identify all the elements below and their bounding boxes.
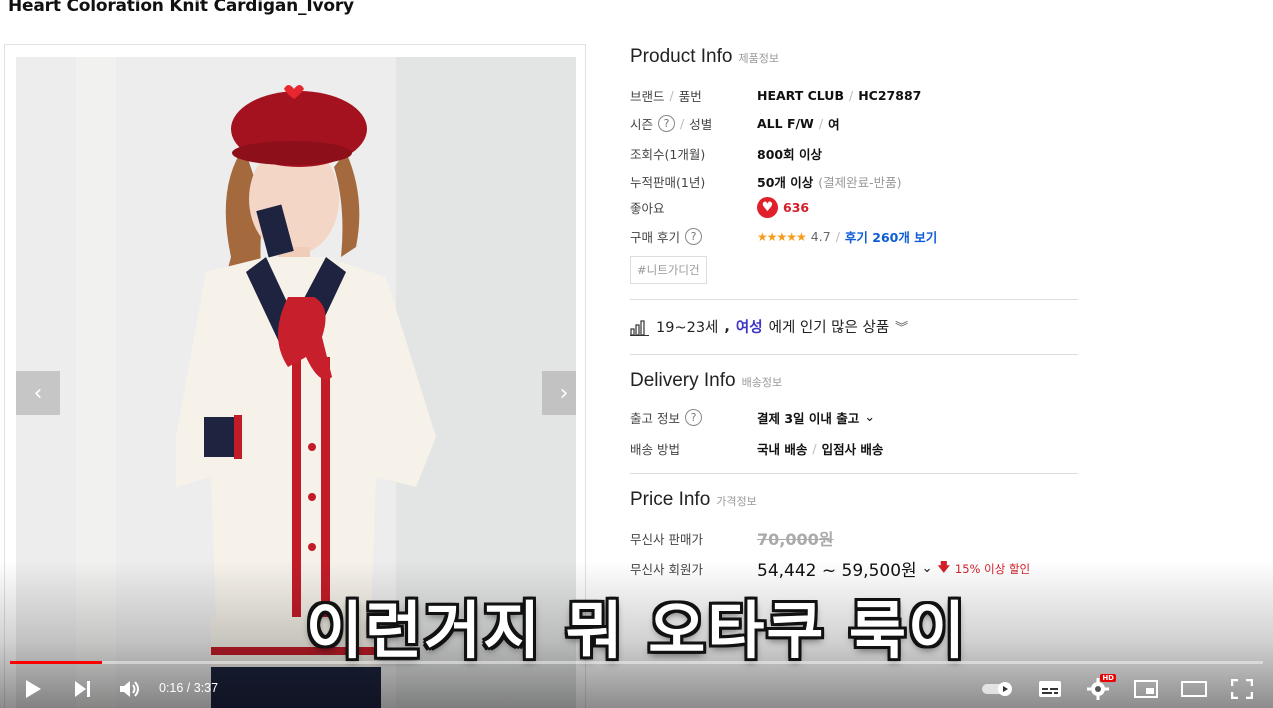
price-info-subtitle: 가격정보 bbox=[716, 496, 757, 508]
reviews-row: 구매 후기 ? ★★★★★ 4.7 / 후기 260개 보기 bbox=[630, 227, 1078, 246]
separator: / bbox=[818, 116, 824, 131]
product-info-title: Product Info bbox=[630, 46, 733, 67]
delivery-info-heading: Delivery Info 배송정보 bbox=[630, 370, 782, 392]
release-row: 출고 정보 ? 결제 3일 이내 출고 ⌄ bbox=[630, 408, 1078, 427]
double-chevron-down-icon[interactable]: ︾ bbox=[895, 317, 908, 336]
arrow-down-icon: 🡇 bbox=[937, 560, 950, 574]
chevron-down-icon[interactable]: ⌄ bbox=[922, 561, 933, 576]
miniplayer-button[interactable] bbox=[1132, 676, 1160, 702]
sales-note: (결제완료-반품) bbox=[818, 175, 902, 190]
likes-label: 좋아요 bbox=[630, 201, 665, 216]
price-info-heading: Price Info 가격정보 bbox=[630, 489, 757, 511]
hashtag[interactable]: #니트가디건 bbox=[630, 256, 707, 284]
member-price-label: 무신사 회원가 bbox=[630, 562, 703, 577]
likes-row: 좋아요 ♥ 636 bbox=[630, 197, 1078, 218]
sale-price-value: 70,000원 bbox=[757, 530, 834, 549]
theater-mode-button[interactable] bbox=[1180, 676, 1208, 702]
sale-price-label: 무신사 판매가 bbox=[630, 531, 703, 547]
popular-banner[interactable]: 19~23세, 여성 에게 인기 많은 상품 ︾ bbox=[630, 316, 908, 337]
season-row: 시즌 ? / 성별 ALL F/W / 여 bbox=[630, 114, 1078, 133]
progress-played bbox=[10, 661, 103, 664]
help-icon[interactable]: ? bbox=[684, 228, 702, 245]
separator: / bbox=[812, 441, 817, 456]
bar-chart-icon bbox=[630, 319, 649, 336]
progress-bar[interactable] bbox=[10, 661, 1263, 664]
subtitles-icon bbox=[1039, 681, 1061, 697]
reviews-label: 구매 후기 bbox=[630, 230, 680, 245]
next-video-button[interactable] bbox=[70, 676, 96, 702]
method-row: 배송 방법 국내 배송 / 입점사 배송 bbox=[630, 439, 1078, 458]
product-no-label: 품번 bbox=[678, 89, 702, 104]
sale-price-row: 무신사 판매가 70,000원 bbox=[630, 526, 1078, 550]
image-next-button[interactable]: › bbox=[542, 371, 576, 415]
product-no-value: HC27887 bbox=[858, 88, 922, 103]
gender-label: 성별 bbox=[689, 117, 713, 132]
release-dropdown[interactable]: 결제 3일 이내 출고 ⌄ bbox=[757, 408, 875, 427]
delivery-info-title: Delivery Info bbox=[630, 370, 736, 391]
reviews-link[interactable]: 후기 260개 보기 bbox=[845, 227, 937, 246]
star-rating-icon: ★★★★★ bbox=[757, 229, 807, 244]
views-label: 조회수(1개월) bbox=[630, 147, 706, 162]
views-row: 조회수(1개월) 800회 이상 bbox=[630, 144, 1078, 163]
discount-value: 15% 이상 할인 bbox=[954, 561, 1031, 576]
rating-value: 4.7 bbox=[810, 229, 831, 244]
price-info-title: Price Info bbox=[630, 489, 711, 510]
divider bbox=[630, 354, 1078, 355]
chevron-down-icon: ⌄ bbox=[864, 410, 876, 425]
separator: / bbox=[835, 229, 840, 244]
divider bbox=[630, 299, 1078, 300]
release-label: 출고 정보 bbox=[630, 411, 680, 426]
popular-text: 에게 인기 많은 상품 bbox=[768, 320, 890, 336]
play-icon bbox=[26, 680, 41, 698]
product-title: Heart Coloration Knit Cardigan_Ivory bbox=[8, 0, 354, 16]
method-label: 배송 방법 bbox=[630, 442, 680, 457]
separator: / bbox=[680, 116, 685, 131]
sales-label: 누적판매(1년) bbox=[630, 175, 706, 190]
season-value: ALL F/W bbox=[757, 116, 814, 131]
hd-badge: HD bbox=[1100, 674, 1116, 682]
volume-button[interactable] bbox=[116, 676, 144, 702]
help-icon[interactable]: ? bbox=[658, 115, 676, 132]
gender-value: 여 bbox=[828, 117, 840, 132]
separator: / bbox=[669, 88, 674, 103]
brand-row: 브랜드 / 품번 HEART CLUB / HC27887 bbox=[630, 86, 1078, 105]
video-caption: 이런거지 뭐 오타쿠 룩이 bbox=[305, 594, 968, 667]
popular-gender: 여성 bbox=[735, 320, 763, 336]
views-value: 800회 이상 bbox=[757, 147, 822, 162]
heart-icon[interactable]: ♥ bbox=[757, 197, 778, 218]
method-value-1: 국내 배송 bbox=[757, 442, 808, 457]
theater-icon bbox=[1181, 681, 1207, 697]
volume-icon bbox=[120, 681, 139, 697]
time-display: 0:16 / 3:37 bbox=[159, 681, 219, 695]
brand-value[interactable]: HEART CLUB bbox=[757, 88, 844, 103]
autoplay-toggle-icon bbox=[982, 682, 1012, 696]
season-label: 시즌 bbox=[630, 117, 654, 132]
product-info-subtitle: 제품정보 bbox=[738, 53, 779, 65]
sales-value: 50개 이상 bbox=[757, 175, 814, 190]
popular-age: 19~23세 bbox=[656, 320, 719, 336]
autoplay-toggle[interactable] bbox=[980, 676, 1016, 702]
release-value: 결제 3일 이내 출고 bbox=[757, 411, 860, 426]
fullscreen-icon bbox=[1231, 679, 1253, 699]
image-prev-button[interactable]: ‹ bbox=[16, 371, 60, 415]
help-icon[interactable]: ? bbox=[684, 409, 702, 426]
popular-comma: , bbox=[724, 318, 730, 335]
miniplayer-icon bbox=[1134, 680, 1158, 698]
member-price-value: 54,442 ~ 59,500원 bbox=[757, 561, 917, 581]
settings-button[interactable]: HD bbox=[1084, 674, 1116, 702]
separator: / bbox=[849, 88, 854, 103]
member-price-row: 무신사 회원가 54,442 ~ 59,500원 ⌄ 🡇 15% 이상 할인 bbox=[630, 556, 1078, 581]
brand-label: 브랜드 bbox=[630, 89, 665, 104]
skip-next-icon bbox=[75, 681, 90, 697]
subtitles-button[interactable] bbox=[1036, 676, 1064, 702]
method-value-2: 입점사 배송 bbox=[821, 442, 884, 457]
likes-count: 636 bbox=[783, 200, 810, 215]
play-button[interactable] bbox=[20, 676, 46, 702]
product-info-heading: Product Info 제품정보 bbox=[630, 46, 779, 68]
delivery-info-subtitle: 배송정보 bbox=[741, 377, 783, 389]
divider bbox=[630, 473, 1078, 474]
sales-row: 누적판매(1년) 50개 이상 (결제완료-반품) bbox=[630, 172, 1078, 191]
fullscreen-button[interactable] bbox=[1228, 676, 1256, 702]
